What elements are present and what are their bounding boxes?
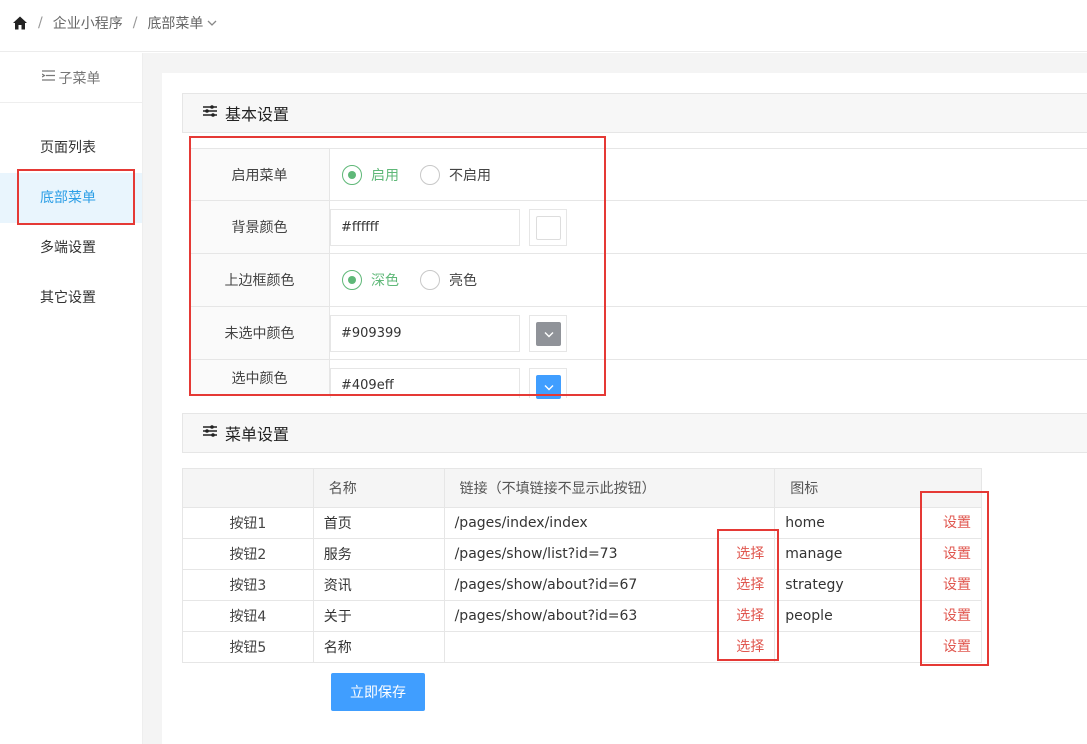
sliders-icon: [203, 425, 217, 441]
color-swatch: [536, 216, 561, 240]
enable-menu-label: 启用菜单: [190, 149, 330, 200]
row-button-label: 按钮2: [182, 538, 314, 570]
table-row: 按钮1 首页/pages/index/index home 设置: [182, 507, 982, 539]
bg-color-input[interactable]: #ffffff: [330, 209, 520, 246]
row-link-value: /pages/show/about?id=63: [454, 608, 638, 624]
unselected-color-row: 未选中颜色 #909399: [190, 307, 1087, 360]
chevron-down-icon[interactable]: [207, 17, 217, 30]
breadcrumb-separator: /: [132, 15, 138, 31]
row-icon-cell: 设置: [774, 631, 982, 663]
radio-light[interactable]: 亮色: [420, 254, 477, 306]
unselected-color-input[interactable]: #909399: [330, 315, 520, 352]
sidebar-item-other-settings[interactable]: 其它设置: [0, 273, 142, 323]
column-header: [182, 468, 314, 508]
breadcrumb-separator: /: [38, 15, 43, 31]
row-link-cell[interactable]: /pages/show/about?id=63 选择: [443, 600, 776, 632]
row-button-label: 按钮5: [182, 631, 314, 663]
row-icon-value: people: [785, 608, 833, 624]
sidebar-item-page-list[interactable]: 页面列表: [0, 123, 142, 173]
border-color-row: 上边框颜色 深色 亮色: [190, 254, 1087, 307]
radio-unchecked-icon: [420, 270, 440, 290]
table-row: 按钮3 资讯/pages/show/about?id=67 选择 strategy 设置: [182, 569, 982, 601]
table-row: 按钮4 关于/pages/show/about?id=63 选择 people 设置: [182, 600, 982, 632]
menu-table: 名称 链接（不填链接不显示此按钮） 图标 按钮1 首页/pages/index/i…: [182, 468, 982, 663]
select-link-button[interactable]: 选择: [736, 632, 764, 663]
row-icon-value: strategy: [785, 577, 844, 593]
breadcrumb: / 企业小程序 / 底部菜单: [12, 13, 217, 33]
row-icon-cell: manage 设置: [774, 538, 982, 570]
selected-color-label: 选中颜色: [190, 360, 330, 396]
selected-color-input[interactable]: #409eff: [330, 368, 520, 398]
row-icon-cell: people 设置: [774, 600, 982, 632]
row-link-value: /pages/show/list?id=73: [454, 546, 618, 562]
radio-checked-icon: [342, 270, 362, 290]
row-name-cell[interactable]: 资讯: [312, 569, 445, 601]
menu-list-icon: [41, 70, 55, 85]
set-icon-button[interactable]: 设置: [943, 570, 971, 601]
bg-color-picker[interactable]: [529, 209, 567, 246]
bg-color-label: 背景颜色: [190, 201, 330, 253]
set-icon-button[interactable]: 设置: [943, 632, 971, 663]
select-link-button[interactable]: 选择: [736, 601, 764, 632]
sliders-icon: [203, 105, 217, 121]
radio-unchecked-icon: [420, 164, 440, 185]
set-icon-button[interactable]: 设置: [943, 601, 971, 632]
column-header-link: 链接（不填链接不显示此按钮）: [443, 468, 776, 508]
chevron-down-icon: [536, 322, 561, 346]
select-link-button[interactable]: 选择: [736, 539, 764, 570]
row-icon-value: manage: [785, 546, 843, 562]
column-header-icon: 图标: [774, 468, 982, 508]
row-name-cell[interactable]: 名称: [312, 631, 445, 663]
row-name-cell[interactable]: 关于: [312, 600, 445, 632]
row-button-label: 按钮1: [182, 507, 314, 539]
menu-settings-header: 菜单设置: [182, 413, 1087, 453]
breadcrumb-item-miniprogram[interactable]: 企业小程序: [53, 13, 123, 33]
table-header-row: 名称 链接（不填链接不显示此按钮） 图标: [182, 468, 982, 508]
radio-enable[interactable]: 启用: [342, 149, 399, 200]
save-button[interactable]: 立即保存: [331, 673, 425, 711]
row-link-value: /pages/index/index: [454, 515, 588, 531]
radio-checked-icon: [342, 164, 362, 185]
sidebar: 子菜单 页面列表 底部菜单 多端设置 其它设置: [0, 53, 143, 744]
table-row: 按钮5 名称 选择 设置: [182, 631, 982, 663]
border-color-label: 上边框颜色: [190, 254, 330, 306]
submenu-header: 子菜单: [0, 53, 142, 103]
basic-settings-title: 基本设置: [225, 105, 290, 124]
home-icon[interactable]: [12, 15, 28, 31]
row-button-label: 按钮4: [182, 600, 314, 632]
breadcrumb-item-bottom-menu[interactable]: 底部菜单: [147, 13, 203, 33]
selected-color-picker[interactable]: [529, 368, 567, 399]
table-row: 按钮2 服务/pages/show/list?id=73 选择 manage 设置: [182, 538, 982, 570]
row-button-label: 按钮3: [182, 569, 314, 601]
row-link-value: /pages/show/about?id=67: [454, 577, 638, 593]
unselected-color-picker[interactable]: [529, 315, 567, 352]
bg-color-row: 背景颜色 #ffffff: [190, 201, 1087, 254]
basic-settings-header: 基本设置: [182, 93, 1087, 133]
radio-disable[interactable]: 不启用: [420, 149, 491, 200]
radio-dark[interactable]: 深色: [342, 254, 399, 306]
sidebar-item-multi-platform[interactable]: 多端设置: [0, 223, 142, 273]
top-bar: / 企业小程序 / 底部菜单: [0, 0, 1087, 52]
row-name-cell[interactable]: 服务: [312, 538, 445, 570]
unselected-color-label: 未选中颜色: [190, 307, 330, 359]
select-link-button[interactable]: 选择: [736, 570, 764, 601]
chevron-down-icon: [536, 375, 561, 399]
column-header-name: 名称: [312, 468, 445, 508]
set-icon-button[interactable]: 设置: [943, 508, 971, 539]
enable-menu-row: 启用菜单 启用 不启用: [190, 148, 1087, 201]
row-icon-cell: home 设置: [774, 507, 982, 539]
row-link-cell[interactable]: /pages/index/index: [443, 507, 776, 539]
row-name-cell[interactable]: 首页: [312, 507, 445, 539]
sidebar-item-bottom-menu[interactable]: 底部菜单: [0, 173, 142, 223]
row-link-cell[interactable]: /pages/show/list?id=73 选择: [443, 538, 776, 570]
row-link-cell[interactable]: /pages/show/about?id=67 选择: [443, 569, 776, 601]
row-icon-value: home: [785, 515, 825, 531]
submenu-title: 子菜单: [58, 70, 101, 87]
selected-color-row: 选中颜色 #409eff: [190, 360, 1087, 399]
row-link-cell[interactable]: 选择: [443, 631, 776, 663]
menu-settings-title: 菜单设置: [225, 425, 290, 444]
row-icon-cell: strategy 设置: [774, 569, 982, 601]
set-icon-button[interactable]: 设置: [943, 539, 971, 570]
